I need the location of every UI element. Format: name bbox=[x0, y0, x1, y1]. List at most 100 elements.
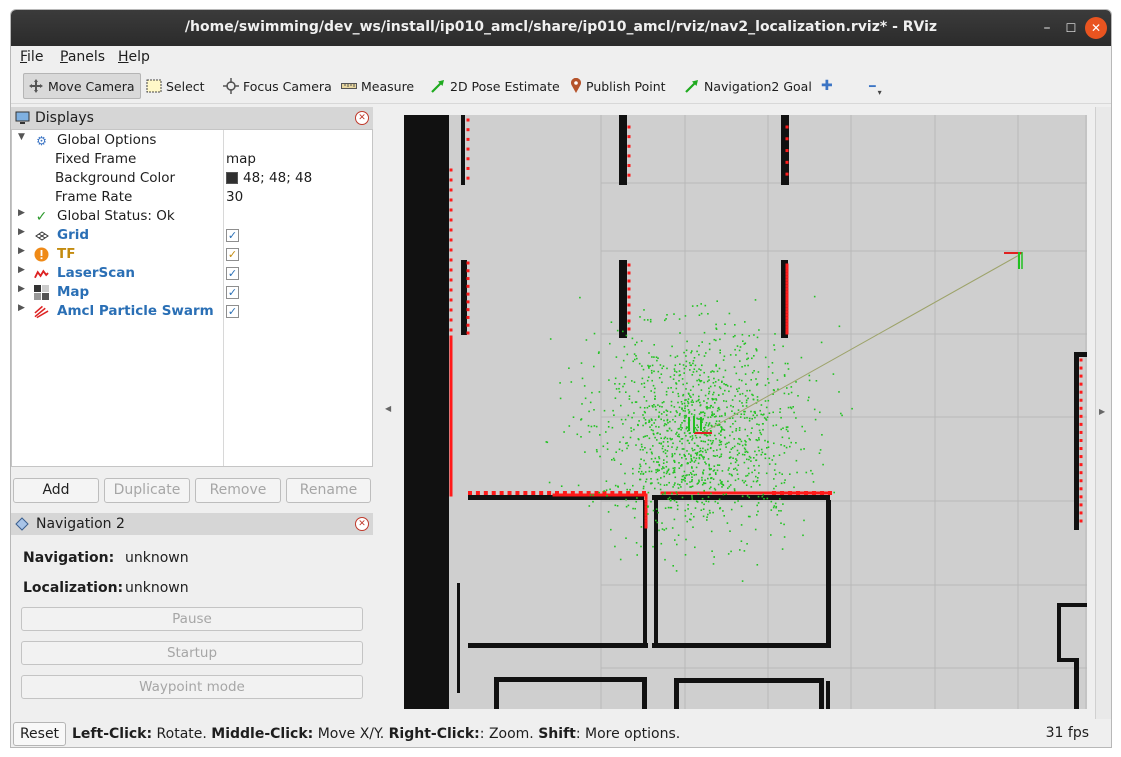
pause-button[interactable]: Pause bbox=[21, 607, 363, 631]
particle-point bbox=[736, 459, 738, 462]
laserscan-enabled-checkbox[interactable]: ✓ bbox=[226, 267, 239, 280]
particle-point bbox=[708, 348, 711, 351]
tree-row-global-status[interactable]: ▶ ✓ Global Status: Ok bbox=[12, 207, 372, 226]
reset-button[interactable]: Reset bbox=[13, 722, 66, 746]
tree-row-amcl-particle-swarm[interactable]: ▶ Amcl Particle Swarm ✓ bbox=[12, 302, 372, 321]
publish-point-tool[interactable]: Publish Point bbox=[566, 73, 670, 99]
tree-row-laserscan[interactable]: ▶ LaserScan ✓ bbox=[12, 264, 372, 283]
add-display-button[interactable]: Add bbox=[13, 478, 99, 503]
amcl-particle-swarm-checkbox[interactable]: ✓ bbox=[226, 305, 239, 318]
background-color-value[interactable]: 48; 48; 48 bbox=[226, 170, 312, 186]
particle-point bbox=[764, 457, 767, 460]
laser-point bbox=[449, 208, 453, 212]
particle-point bbox=[751, 427, 753, 429]
particle-point bbox=[611, 426, 614, 429]
particle-point bbox=[663, 459, 665, 461]
particle-point bbox=[780, 444, 782, 446]
particle-point bbox=[639, 463, 641, 466]
particle-point bbox=[673, 460, 676, 462]
particle-point bbox=[650, 470, 653, 473]
collapsed-arrow-icon[interactable]: ▶ bbox=[18, 246, 25, 256]
particle-point bbox=[603, 490, 605, 492]
tree-row-fixed-frame[interactable]: Fixed Frame map bbox=[12, 150, 372, 169]
startup-button[interactable]: Startup bbox=[21, 641, 363, 665]
panel-splitter[interactable]: ◀ bbox=[383, 107, 401, 719]
collapsed-arrow-icon[interactable]: ▶ bbox=[18, 227, 25, 237]
rename-display-button[interactable]: Rename bbox=[286, 478, 371, 503]
tf-enabled-checkbox[interactable]: ✓ bbox=[226, 248, 239, 261]
waypoint-mode-button[interactable]: Waypoint mode bbox=[21, 675, 363, 699]
particle-point bbox=[748, 458, 750, 461]
remove-tool-button[interactable]: ━ ▾ bbox=[865, 73, 886, 99]
map-enabled-checkbox[interactable]: ✓ bbox=[226, 286, 239, 299]
map-scene[interactable] bbox=[404, 115, 1087, 709]
particle-point bbox=[640, 545, 642, 548]
particle-point bbox=[681, 475, 684, 478]
maximize-button[interactable]: ☐ bbox=[1060, 17, 1082, 39]
particle-point bbox=[760, 404, 763, 406]
laser-point bbox=[785, 307, 789, 311]
particle-point bbox=[795, 442, 797, 444]
particle-point bbox=[658, 457, 661, 460]
particle-point bbox=[772, 424, 775, 427]
collapse-right-arrow-icon[interactable]: ▶ bbox=[1099, 407, 1105, 416]
close-window-button[interactable]: ✕ bbox=[1085, 17, 1107, 39]
focus-camera-tool[interactable]: Focus Camera bbox=[219, 73, 336, 99]
particle-point bbox=[741, 379, 743, 382]
particle-point bbox=[706, 519, 708, 521]
wall-segment bbox=[674, 678, 679, 709]
laser-point bbox=[804, 491, 808, 495]
select-tool[interactable]: Select bbox=[142, 73, 209, 99]
particle-point bbox=[719, 338, 721, 341]
particle-point bbox=[729, 354, 732, 356]
particle-point bbox=[722, 483, 724, 486]
particle-point bbox=[733, 445, 736, 448]
duplicate-display-button[interactable]: Duplicate bbox=[104, 478, 190, 503]
tree-row-grid[interactable]: ▶ Grid ✓ bbox=[12, 226, 372, 245]
tree-row-map[interactable]: ▶ Map ✓ bbox=[12, 283, 372, 302]
particle-point bbox=[623, 482, 626, 485]
navigation-goal-tool[interactable]: Navigation2 Goal bbox=[680, 73, 816, 99]
remove-display-button[interactable]: Remove bbox=[195, 478, 281, 503]
close-icon[interactable]: ✕ bbox=[355, 517, 369, 531]
laser-point bbox=[1079, 487, 1083, 491]
collapsed-arrow-icon[interactable]: ▶ bbox=[18, 265, 25, 275]
tree-row-tf[interactable]: ▶ TF ✓ bbox=[12, 245, 372, 264]
move-camera-tool[interactable]: Move Camera bbox=[23, 73, 141, 99]
fixed-frame-value[interactable]: map bbox=[226, 151, 256, 167]
particle-point bbox=[800, 448, 802, 451]
close-icon[interactable]: ✕ bbox=[355, 111, 369, 125]
collapsed-arrow-icon[interactable]: ▶ bbox=[18, 303, 25, 313]
particle-point bbox=[741, 392, 744, 395]
minimize-button[interactable]: – bbox=[1036, 17, 1058, 39]
expand-arrow-icon[interactable]: ▼ bbox=[18, 132, 25, 142]
render-viewport[interactable] bbox=[404, 115, 1087, 709]
collapse-left-arrow-icon[interactable]: ◀ bbox=[385, 404, 391, 413]
particle-point bbox=[655, 471, 657, 474]
particle-point bbox=[563, 431, 565, 433]
collapsed-arrow-icon[interactable]: ▶ bbox=[18, 284, 25, 294]
menu-panels[interactable]: Panels bbox=[60, 49, 105, 65]
collapsed-arrow-icon[interactable]: ▶ bbox=[18, 208, 25, 218]
measure-tool[interactable]: Measure bbox=[337, 73, 418, 99]
particle-point bbox=[591, 391, 593, 394]
wall-segment bbox=[494, 677, 499, 709]
particle-point bbox=[706, 402, 708, 404]
particle-point bbox=[759, 409, 761, 412]
add-tool-button[interactable]: ✚ bbox=[817, 73, 837, 99]
particle-point bbox=[654, 457, 657, 460]
tree-row-global-options[interactable]: ▼ ⚙ Global Options bbox=[12, 131, 372, 150]
particle-point bbox=[705, 406, 708, 408]
menu-file[interactable]: File bbox=[20, 49, 43, 65]
right-panel-splitter[interactable]: ▶ bbox=[1095, 107, 1111, 719]
frame-rate-value[interactable]: 30 bbox=[226, 189, 243, 205]
tree-row-frame-rate[interactable]: Frame Rate 30 bbox=[12, 188, 372, 207]
particle-point bbox=[580, 436, 582, 438]
particle-point bbox=[768, 457, 771, 460]
tree-row-background-color[interactable]: Background Color 48; 48; 48 bbox=[12, 169, 372, 188]
wall-segment bbox=[819, 678, 824, 709]
particle-point bbox=[692, 360, 695, 362]
menu-help[interactable]: Help bbox=[118, 49, 150, 65]
grid-enabled-checkbox[interactable]: ✓ bbox=[226, 229, 239, 242]
pose-estimate-tool[interactable]: 2D Pose Estimate bbox=[426, 73, 564, 99]
